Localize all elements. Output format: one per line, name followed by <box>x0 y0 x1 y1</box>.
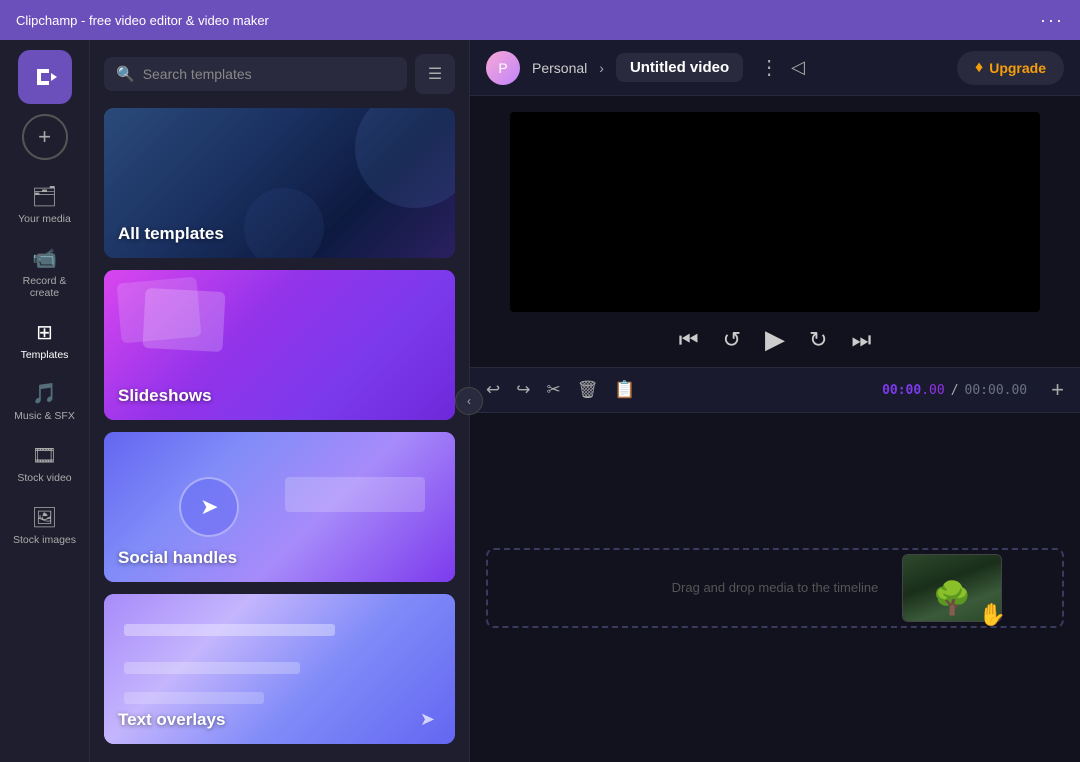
upgrade-button[interactable]: ♦ Upgrade <box>957 51 1064 85</box>
stock-images-icon: 🖼 <box>32 505 57 530</box>
card-social-handles-label: Social handles <box>118 548 237 568</box>
filter-icon: ☰ <box>428 64 442 84</box>
delete-icon: 🗑 <box>577 380 599 399</box>
templates-panel: 🔍 ☰ All templates Slideshows <box>90 40 470 762</box>
record-label: Record &create <box>23 275 67 300</box>
search-input-wrap[interactable]: 🔍 <box>104 57 407 91</box>
cut-icon: ✂ <box>547 380 561 399</box>
rewind-icon: ↺ <box>723 327 741 353</box>
play-icon: ▶ <box>765 324 785 355</box>
sidebar-item-your-media[interactable]: 🗂 Your media <box>4 176 86 234</box>
drop-zone-label: Drag and drop media to the timeline <box>672 580 879 595</box>
your-media-label: Your media <box>18 213 71 226</box>
video-title[interactable]: Untitled video <box>616 53 743 82</box>
editor-area: P Personal › Untitled video ⋮ ◁ ♦ Upgrad… <box>470 40 1080 762</box>
sidebar-item-templates[interactable]: ⊞ Templates <box>4 312 86 370</box>
sidebar-item-stock-images[interactable]: 🖼 Stock images <box>4 497 86 555</box>
social-arrow-icon: ➤ <box>200 494 218 520</box>
templates-icon: ⊞ <box>36 320 53 345</box>
skip-forward-icon: ⏭ <box>851 327 871 353</box>
template-list: All templates Slideshows ➤ Social handle… <box>90 104 469 762</box>
skip-to-end-button[interactable]: ⏭ <box>851 327 871 353</box>
timecode-total: 00:00.00 <box>965 383 1028 398</box>
card-text-overlays-label: Text overlays <box>118 710 225 730</box>
add-to-timeline-button[interactable]: + <box>1051 377 1064 403</box>
tree-icon: 🌳 <box>932 579 972 617</box>
title-more-button[interactable]: ⋮ <box>759 55 779 80</box>
rewind-button[interactable]: ↺ <box>723 327 741 353</box>
avatar-initial: P <box>498 60 507 76</box>
stock-images-label: Stock images <box>13 534 76 547</box>
template-card-text-overlays[interactable]: ➤ Text overlays <box>104 594 455 744</box>
timecode-sep: / <box>951 383 959 398</box>
breadcrumb-arrow: › <box>599 60 604 76</box>
card-slideshows-label: Slideshows <box>118 386 212 406</box>
timecode: 00:00.00 / 00:00.00 <box>882 383 1027 398</box>
your-media-icon: 🗂 <box>32 184 57 209</box>
templates-label: Templates <box>21 349 69 362</box>
grab-cursor-icon: ✋ <box>979 602 1006 628</box>
delete-button[interactable]: 🗑 <box>577 380 599 400</box>
undo-button[interactable]: ↩ <box>486 380 500 400</box>
search-icon: 🔍 <box>116 65 135 83</box>
social-circle-design: ➤ <box>179 477 239 537</box>
left-navigation: + 🗂 Your media 📹 Record &create ⊞ Templa… <box>0 40 90 762</box>
filter-button[interactable]: ☰ <box>415 54 455 94</box>
drop-zone[interactable]: Drag and drop media to the timeline 🌳 ✋ <box>486 548 1064 628</box>
stock-video-icon: 🎞 <box>32 443 57 468</box>
undo-icon: ↩ <box>486 380 500 399</box>
create-button[interactable]: + <box>22 114 68 160</box>
sidebar-item-music[interactable]: 🎵 Music & SFX <box>4 373 86 431</box>
forward-icon: ↻ <box>809 327 827 353</box>
timecode-current: 00:00.00 <box>882 383 945 398</box>
redo-icon: ↪ <box>516 380 530 399</box>
editor-header: P Personal › Untitled video ⋮ ◁ ♦ Upgrad… <box>470 40 1080 96</box>
play-button[interactable]: ▶ <box>765 324 785 355</box>
search-bar: 🔍 ☰ <box>90 40 469 104</box>
clip-button[interactable]: 📋 <box>614 380 635 400</box>
template-card-all-templates[interactable]: All templates <box>104 108 455 258</box>
template-card-slideshows[interactable]: Slideshows <box>104 270 455 420</box>
forward-button[interactable]: ↻ <box>809 327 827 353</box>
sidebar-item-stock-video[interactable]: 🎞 Stock video <box>4 435 86 493</box>
skip-to-start-button[interactable]: ⏮ <box>679 327 699 353</box>
upgrade-label: Upgrade <box>989 60 1046 76</box>
search-input[interactable] <box>143 66 395 82</box>
add-icon: + <box>1051 377 1064 402</box>
text-overlay-arrow-icon: ➤ <box>420 709 435 730</box>
share-button[interactable]: ◁ <box>791 57 805 78</box>
template-card-social-handles[interactable]: ➤ Social handles <box>104 432 455 582</box>
playback-controls: ⏮ ↺ ▶ ↻ ⏭ <box>470 324 1080 367</box>
avatar: P <box>486 51 520 85</box>
collapse-icon: ‹ <box>467 394 471 408</box>
clip-icon: 📋 <box>614 380 635 399</box>
skip-back-icon: ⏮ <box>679 327 699 353</box>
title-bar: Clipchamp - free video editor & video ma… <box>0 0 1080 40</box>
video-preview <box>510 112 1040 312</box>
music-icon: 🎵 <box>32 381 57 406</box>
app-title: Clipchamp - free video editor & video ma… <box>16 13 269 28</box>
sidebar-item-record[interactable]: 📹 Record &create <box>4 238 86 308</box>
cut-button[interactable]: ✂ <box>547 380 561 400</box>
stock-video-label: Stock video <box>17 472 71 485</box>
redo-button[interactable]: ↪ <box>516 380 530 400</box>
timeline-toolbar: ↩ ↪ ✂ 🗑 📋 00:00.00 / 00:00.00 <box>470 367 1080 413</box>
timeline-area: Drag and drop media to the timeline 🌳 ✋ <box>470 413 1080 762</box>
record-icon: 📹 <box>32 246 57 271</box>
logo-button[interactable] <box>18 50 72 104</box>
collapse-panel-button[interactable]: ‹ <box>455 387 483 415</box>
card-all-templates-label: All templates <box>118 224 224 244</box>
personal-label: Personal <box>532 60 587 76</box>
music-label: Music & SFX <box>14 410 75 423</box>
diamond-icon: ♦ <box>975 59 983 77</box>
titlebar-more-button[interactable]: ··· <box>1040 10 1064 31</box>
